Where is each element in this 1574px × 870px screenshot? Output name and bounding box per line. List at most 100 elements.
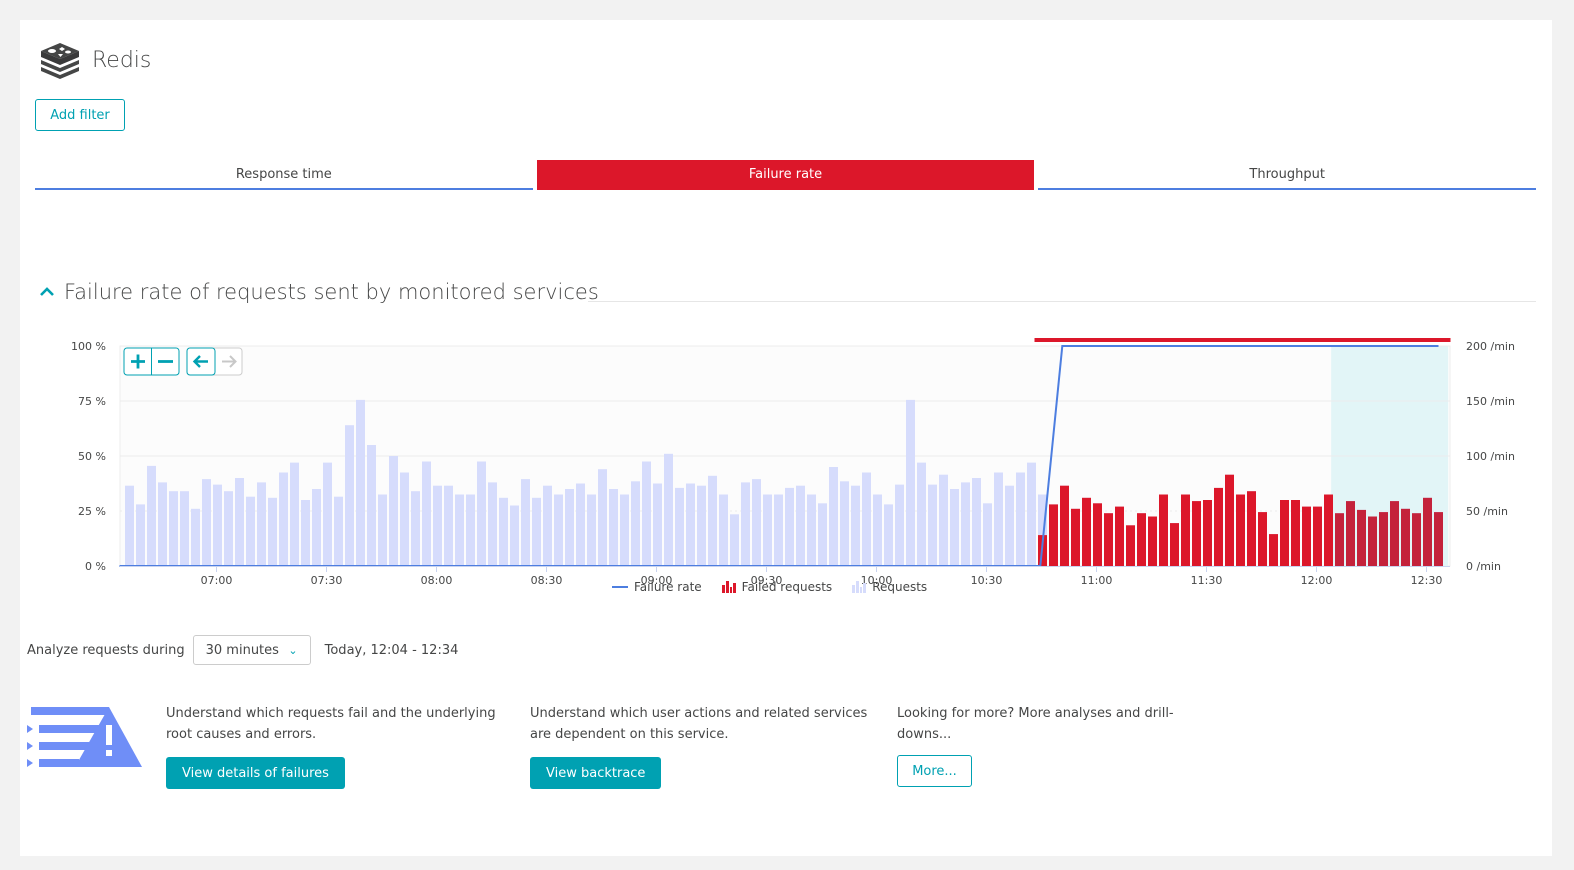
failed-requests-bar <box>1159 494 1168 566</box>
legend-label: Requests <box>872 580 928 594</box>
requests-bar <box>543 485 552 566</box>
back-button[interactable] <box>186 347 216 376</box>
requests-bar <box>829 467 838 566</box>
y-left-tick-label: 50 % <box>78 450 106 463</box>
requests-bar <box>136 504 145 566</box>
failed-requests-bar <box>1258 512 1267 566</box>
requests-bar <box>983 503 992 566</box>
action-description: Understand which user actions and relate… <box>530 706 868 742</box>
requests-bar <box>939 474 948 566</box>
requests-bar <box>1016 472 1025 566</box>
requests-bar <box>686 483 695 566</box>
requests-bar <box>257 482 266 566</box>
requests-bar <box>774 494 783 566</box>
x-tick-label: 11:00 <box>1081 574 1113 587</box>
requests-bar <box>455 494 464 566</box>
bar-chart-icon <box>852 581 867 593</box>
x-tick-label: 07:30 <box>311 574 343 587</box>
requests-bar <box>433 485 442 566</box>
legend-failure-rate[interactable]: Failure rate <box>612 580 702 594</box>
zoom-in-button[interactable] <box>124 348 151 375</box>
requests-bar <box>400 472 409 566</box>
y-right-tick-label: 200 /min <box>1466 340 1515 353</box>
failed-requests-bar <box>1379 512 1388 566</box>
requests-bar <box>763 494 772 566</box>
failed-requests-bar <box>1225 474 1234 566</box>
y-left-tick-label: 75 % <box>78 395 106 408</box>
failure-rate-chart[interactable]: 0 % 0 /min 25 % 50 /min 50 % 100 /min 75 % 150 … <box>0 0 1574 600</box>
requests-bar <box>125 485 134 566</box>
requests-bar <box>411 491 420 566</box>
requests-bar <box>708 475 717 566</box>
x-tick-label: 08:30 <box>531 574 563 587</box>
requests-bar <box>466 494 475 566</box>
chart-legend: Failure rate Failed requests Requests <box>612 580 927 594</box>
requests-bar <box>609 489 618 566</box>
failed-requests-bar <box>1104 513 1113 566</box>
legend-requests[interactable]: Requests <box>852 580 927 594</box>
failed-requests-bar <box>1071 508 1080 566</box>
failed-requests-bar <box>1093 503 1102 566</box>
requests-bar <box>818 503 827 566</box>
duration-select[interactable]: 30 minutes ⌄ <box>192 635 311 665</box>
requests-bar <box>730 514 739 566</box>
failure-list-warning-icon <box>27 707 142 767</box>
requests-bar <box>301 500 310 566</box>
bar-chart-icon <box>721 581 736 593</box>
timeframe-label: Today, 12:04 - 12:34 <box>324 642 459 658</box>
failed-requests-bar <box>1412 513 1421 566</box>
y-left-tick-label: 0 % <box>85 560 106 573</box>
more-button[interactable]: More... <box>897 755 972 787</box>
requests-bar <box>785 487 794 566</box>
duration-value: 30 minutes <box>205 642 279 658</box>
action-description: Looking for more? More analyses and dril… <box>897 706 1174 742</box>
requests-bar <box>675 487 684 566</box>
requests-bar <box>741 482 750 566</box>
failed-requests-bar <box>1170 523 1179 566</box>
action-more: Looking for more? More analyses and dril… <box>897 703 1187 787</box>
requests-bar <box>191 508 200 566</box>
failed-requests-bar <box>1313 506 1322 566</box>
requests-bar <box>752 479 761 566</box>
failed-requests-bar <box>1049 504 1058 566</box>
requests-bar <box>246 496 255 566</box>
requests-bar <box>631 481 640 566</box>
legend-failed-requests[interactable]: Failed requests <box>721 580 832 594</box>
x-tick-label: 12:30 <box>1411 574 1443 587</box>
requests-bar <box>521 479 530 566</box>
requests-bar <box>356 399 365 566</box>
requests-bar <box>378 494 387 566</box>
view-details-of-failures-button[interactable]: View details of failures <box>166 757 345 789</box>
failed-requests-bar <box>1434 512 1443 566</box>
requests-bar <box>444 485 453 566</box>
requests-bar <box>598 469 607 566</box>
failed-requests-bar <box>1357 509 1366 566</box>
requests-bar <box>664 453 673 566</box>
requests-bar <box>873 494 882 566</box>
requests-bar <box>235 478 244 566</box>
requests-bar <box>917 462 926 566</box>
requests-bar <box>994 472 1003 566</box>
requests-bar <box>576 483 585 566</box>
requests-bar <box>510 505 519 566</box>
legend-label: Failure rate <box>634 580 702 594</box>
zoom-out-button[interactable] <box>152 348 179 375</box>
y-left-tick-label: 100 % <box>71 340 106 353</box>
requests-bar <box>312 489 321 566</box>
failed-requests-bar <box>1137 513 1146 566</box>
requests-bar <box>950 489 959 566</box>
requests-bar <box>532 497 541 566</box>
requests-bar <box>554 494 563 566</box>
view-backtrace-button[interactable]: View backtrace <box>530 757 662 789</box>
requests-bar <box>565 489 574 566</box>
requests-bar <box>180 491 189 566</box>
line-icon <box>612 586 628 588</box>
requests-bar <box>389 456 398 566</box>
requests-bar <box>719 494 728 566</box>
requests-bar <box>653 483 662 566</box>
requests-bar <box>202 479 211 566</box>
requests-bar <box>158 482 167 566</box>
failed-requests-bar <box>1335 513 1344 566</box>
y-right-tick-label: 50 /min <box>1466 505 1508 518</box>
failed-requests-bar <box>1302 506 1311 566</box>
